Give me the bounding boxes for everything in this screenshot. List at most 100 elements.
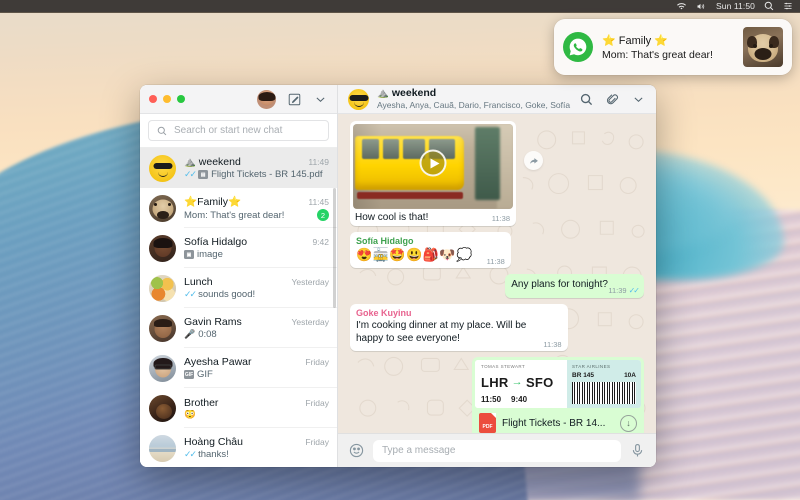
chat-list-scrollbar[interactable] xyxy=(333,188,336,308)
chat-time: Friday xyxy=(305,437,329,447)
pug-muzzle xyxy=(754,47,772,60)
chat-name: Gavin Rams xyxy=(184,316,242,328)
search-icon[interactable] xyxy=(579,92,594,107)
message-row-emoji: Sofía Hidalgo 😍🚋🤩😃🎒🐶💭 11:38 xyxy=(350,232,644,269)
read-receipt-icon: ✓✓ xyxy=(184,169,197,179)
control-center-icon[interactable] xyxy=(783,1,793,11)
search-input[interactable] xyxy=(174,125,320,136)
flight-route: LHR → SFO xyxy=(481,375,561,390)
close-button[interactable] xyxy=(149,95,157,103)
avatar xyxy=(149,194,176,222)
chat-name: ⛰️ weekend xyxy=(184,156,241,168)
depart-time: 11:50 xyxy=(481,395,502,405)
wifi-icon[interactable] xyxy=(676,2,687,11)
file-name: Flight Tickets - BR 14... xyxy=(502,417,606,429)
user-profile-avatar[interactable] xyxy=(257,89,276,109)
chat-participants: Ayesha, Anya, Cauã, Dario, Francisco, Go… xyxy=(377,99,571,110)
seat-number: 10A xyxy=(624,372,636,380)
pug-eye-left xyxy=(753,43,757,48)
whatsapp-icon xyxy=(563,32,593,62)
chat-header-info[interactable]: ⛰️ weekend Ayesha, Anya, Cauã, Dario, Fr… xyxy=(377,87,571,111)
arrow-icon: → xyxy=(511,376,523,389)
chat-list-item-brother[interactable]: Brother Friday 😳 xyxy=(140,388,337,428)
attachment-row[interactable]: PDF Flight Tickets - BR 14... ↓ xyxy=(475,408,641,433)
airline-name: STAR AIRLINES xyxy=(572,364,611,370)
maximize-button[interactable] xyxy=(177,95,185,103)
microphone-icon[interactable] xyxy=(630,443,645,458)
video-thumbnail[interactable] xyxy=(353,124,513,209)
chat-preview: 0:08 xyxy=(198,329,217,340)
unread-badge: 2 xyxy=(317,209,329,221)
pdf-icon: PDF xyxy=(479,413,496,433)
barcode xyxy=(572,382,636,405)
video-caption-row: How cool is that! 11:38 xyxy=(353,209,513,226)
message-bubble-video[interactable]: How cool is that! 11:38 xyxy=(350,121,516,226)
chevron-down-icon[interactable] xyxy=(631,92,646,107)
flight-number: BR 145 xyxy=(572,372,595,380)
chat-pane: ⛰️ weekend Ayesha, Anya, Cauã, Dario, Fr… xyxy=(338,85,656,467)
message-bubble-goke[interactable]: Goke Kuyinu I'm cooking dinner at my pla… xyxy=(350,303,568,352)
search-icon xyxy=(157,126,167,135)
chat-list-item-family[interactable]: ⭐Family⭐ 11:45 Mom: That's great dear! 2 xyxy=(140,188,337,228)
avatar[interactable] xyxy=(348,88,369,110)
origin-code: LHR xyxy=(481,374,509,390)
pug-photo xyxy=(743,27,783,67)
notification-banner[interactable]: ⭐ Family ⭐ Mom: That's great dear! xyxy=(554,19,792,75)
chat-list-item-weekend[interactable]: ⛰️ weekend 11:49 ✓✓ ▤ Flight Tickets - B… xyxy=(140,148,337,188)
menu-bar-clock[interactable]: Sun 11:50 xyxy=(716,1,755,11)
message-bubble-outgoing[interactable]: Any plans for tonight? 11:39 ✓✓ xyxy=(505,274,644,298)
chat-time: 11:49 xyxy=(308,157,329,167)
play-icon[interactable] xyxy=(419,149,447,177)
chat-preview: Flight Tickets - BR 145.pdf xyxy=(211,169,323,180)
message-row-document: TOMAS STEWART LHR → SFO 11:50 9:40 STAR … xyxy=(350,357,644,433)
notification-body: Mom: That's great dear! xyxy=(602,48,713,61)
chat-preview: thanks! xyxy=(198,449,229,460)
chat-list-item-ayesha-pawar[interactable]: Ayesha Pawar Friday GIF GIF xyxy=(140,348,337,388)
chat-preview: 😳 xyxy=(184,409,196,420)
chat-list[interactable]: ⛰️ weekend 11:49 ✓✓ ▤ Flight Tickets - B… xyxy=(140,148,337,467)
message-list[interactable]: How cool is that! 11:38 Sofía Hidalgo 😍🚋… xyxy=(338,114,656,433)
paperclip-icon[interactable] xyxy=(605,92,620,107)
chat-name: Hoàng Châu xyxy=(184,436,243,448)
boarding-pass-left: TOMAS STEWART LHR → SFO 11:50 9:40 xyxy=(475,360,567,409)
chat-list-item-hoang-chau[interactable]: Hoàng Châu Friday ✓✓ thanks! xyxy=(140,428,337,467)
search-bar[interactable] xyxy=(148,120,329,141)
emoji-icon[interactable] xyxy=(349,443,364,458)
chat-preview: sounds good! xyxy=(198,289,256,300)
message-bubble-document[interactable]: TOMAS STEWART LHR → SFO 11:50 9:40 STAR … xyxy=(472,357,644,433)
chat-list-item-gavin-rams[interactable]: Gavin Rams Yesterday 🎤 0:08 xyxy=(140,308,337,348)
chat-time: Yesterday xyxy=(291,317,330,327)
passenger-name: TOMAS STEWART xyxy=(481,364,526,370)
chat-list-item-lunch[interactable]: Lunch Yesterday ✓✓ sounds good! xyxy=(140,268,337,308)
destination-code: SFO xyxy=(525,374,554,390)
sidebar-header xyxy=(140,85,337,114)
compose-icon[interactable] xyxy=(287,92,302,107)
avatar xyxy=(149,274,176,302)
message-input-bar xyxy=(338,433,656,467)
sidebar-header-actions xyxy=(257,89,328,109)
notification-text: ⭐ Family ⭐ Mom: That's great dear! xyxy=(602,34,734,61)
gif-icon: GIF xyxy=(184,370,194,379)
forward-icon[interactable] xyxy=(524,151,543,170)
mountain-icon: ⛰️ xyxy=(377,87,389,99)
chat-name: Brother xyxy=(184,396,219,409)
chat-name: Lunch xyxy=(184,276,213,288)
chat-time: Friday xyxy=(305,397,329,408)
chat-preview: GIF xyxy=(197,369,213,380)
chat-preview: image xyxy=(197,249,223,260)
chevron-down-icon[interactable] xyxy=(313,92,328,107)
volume-icon[interactable] xyxy=(696,2,707,11)
message-input[interactable] xyxy=(373,439,621,462)
avatar xyxy=(149,314,176,342)
chat-name: ⭐Family⭐ xyxy=(184,196,242,208)
search-icon[interactable] xyxy=(764,1,774,11)
read-receipt-icon: ✓✓ xyxy=(184,289,197,299)
whatsapp-window: ⛰️ weekend 11:49 ✓✓ ▤ Flight Tickets - B… xyxy=(140,85,656,467)
message-bubble-emoji[interactable]: Sofía Hidalgo 😍🚋🤩😃🎒🐶💭 11:38 xyxy=(350,232,511,269)
chat-list-item-sofia-hidalgo[interactable]: Sofía Hidalgo 9:42 ▣ image xyxy=(140,228,337,268)
message-sender: Goke Kuyinu xyxy=(356,307,412,318)
minimize-button[interactable] xyxy=(163,95,171,103)
download-icon[interactable]: ↓ xyxy=(620,414,637,432)
message-time: 11:39 xyxy=(608,285,627,295)
chat-preview: Mom: That's great dear! xyxy=(184,209,285,221)
